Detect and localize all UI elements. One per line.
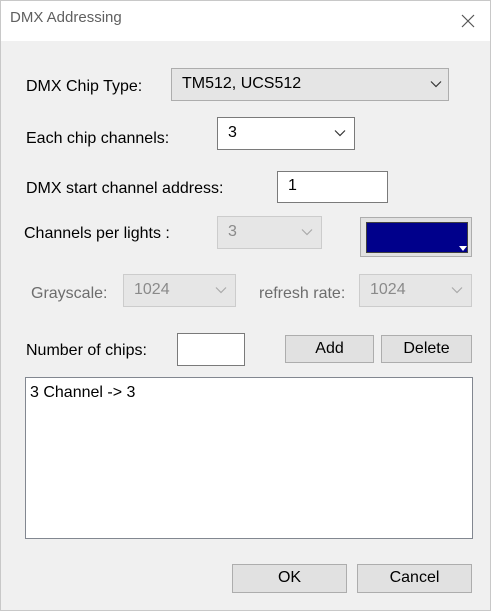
start-address-value: 1 xyxy=(288,177,297,194)
dropdown-corner-icon xyxy=(459,246,467,251)
dmx-addressing-dialog: DMX Addressing DMX Chip Type: TM512, UCS… xyxy=(0,0,491,611)
chevron-down-icon xyxy=(334,130,346,137)
chevron-down-icon xyxy=(215,287,227,294)
chip-type-value: TM512, UCS512 xyxy=(182,75,302,92)
chips-count-input[interactable] xyxy=(177,333,245,366)
chip-channels-label: Each chip channels: xyxy=(26,130,170,147)
refresh-rate-label: refresh rate: xyxy=(259,285,346,302)
chevron-down-icon xyxy=(451,287,463,294)
channels-per-light-dropdown[interactable]: 3 xyxy=(217,216,322,249)
color-picker-button[interactable] xyxy=(360,217,472,257)
start-address-label: DMX start channel address: xyxy=(26,180,224,197)
grayscale-dropdown[interactable]: 1024 xyxy=(123,274,236,307)
close-button[interactable] xyxy=(446,1,490,41)
channels-per-light-label: Channels per lights : xyxy=(24,225,170,242)
refresh-rate-dropdown[interactable]: 1024 xyxy=(359,274,472,307)
refresh-rate-value: 1024 xyxy=(370,281,406,298)
color-swatch xyxy=(366,222,468,253)
start-address-input[interactable]: 1 xyxy=(277,171,388,203)
channel-listbox[interactable]: 3 Channel -> 3 xyxy=(25,377,473,539)
ok-button[interactable]: OK xyxy=(232,564,347,593)
add-button[interactable]: Add xyxy=(285,335,374,363)
close-icon xyxy=(461,14,475,28)
chip-type-dropdown[interactable]: TM512, UCS512 xyxy=(171,68,449,101)
chips-count-label: Number of chips: xyxy=(26,342,147,359)
title-bar: DMX Addressing xyxy=(1,1,490,41)
channels-per-light-value: 3 xyxy=(228,223,237,240)
chevron-down-icon xyxy=(301,229,313,236)
chevron-down-icon xyxy=(430,81,442,88)
cancel-button[interactable]: Cancel xyxy=(357,564,472,593)
list-item[interactable]: 3 Channel -> 3 xyxy=(30,383,135,403)
chip-channels-value: 3 xyxy=(228,124,237,141)
delete-button[interactable]: Delete xyxy=(381,335,472,363)
chip-channels-dropdown[interactable]: 3 xyxy=(217,117,355,150)
grayscale-label: Grayscale: xyxy=(31,285,108,302)
grayscale-value: 1024 xyxy=(134,281,170,298)
chip-type-label: DMX Chip Type: xyxy=(26,78,143,95)
window-title: DMX Addressing xyxy=(10,9,122,26)
